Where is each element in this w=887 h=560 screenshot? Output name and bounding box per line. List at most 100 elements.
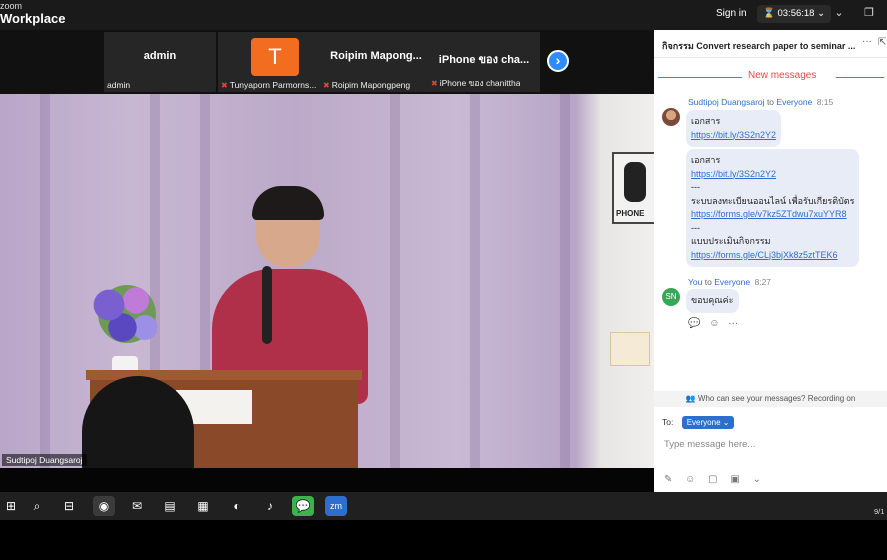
mic-muted-icon: ✖ xyxy=(221,81,228,90)
participant-big-label: iPhone ของ cha... xyxy=(438,54,530,66)
chevron-down-icon: ⌄ xyxy=(817,8,826,19)
people-icon: 👥 xyxy=(685,394,696,403)
main-video[interactable]: PHONE Sudtipoj Duangsaroj xyxy=(0,94,654,468)
to-word: to xyxy=(766,97,775,107)
avatar: T xyxy=(251,38,299,76)
message-text: ระบบลงทะเบียนออนไลน์ เพื่อรับเกียรติบัตร xyxy=(691,195,855,206)
emoji-icon[interactable]: ☺ xyxy=(685,474,695,485)
chat-panel: กิจกรรม Convert research paper to semina… xyxy=(654,30,887,492)
message-link[interactable]: https://forms.gle/CLj3bjXk8z5ztTEK6 xyxy=(691,249,854,263)
recipient-row: To: Everyone ⌄ xyxy=(662,416,735,429)
participant-tile-tunyaporn[interactable]: T ✖ Tunyaporn Parmorns... xyxy=(218,32,330,92)
mail-icon[interactable]: ✉ xyxy=(126,496,148,516)
participant-name-row: ✖ iPhone ของ chanittha xyxy=(431,76,520,90)
message-text: ขอบคุณค่ะ xyxy=(691,295,734,305)
participant-tile-roipim[interactable]: Roipim Mapong... ✖ Roipim Mapongpeng xyxy=(320,32,432,92)
chat-title: กิจกรรม Convert research paper to semina… xyxy=(662,41,856,51)
participant-tile-iphone[interactable]: iPhone ของ cha... ✖ iPhone ของ chanittha xyxy=(428,32,540,92)
message-time: 8:15 xyxy=(816,97,834,107)
more-options-icon[interactable]: ··· xyxy=(862,36,872,47)
wall-poster xyxy=(610,332,650,366)
to-word: to xyxy=(704,277,712,287)
chevron-down-icon[interactable]: ⌄ xyxy=(753,474,761,485)
file-explorer-icon[interactable]: ▤ xyxy=(159,496,181,516)
file-icon[interactable]: ▢ xyxy=(708,474,717,485)
line-icon[interactable]: 💬 xyxy=(292,496,314,516)
start-icon[interactable]: ⊞ xyxy=(0,496,22,516)
participant-tile-admin[interactable]: admin admin xyxy=(104,32,216,92)
message-actions: 💬 ☺ ··· xyxy=(688,318,744,329)
app-logo: zoom Workplace xyxy=(0,1,66,26)
participant-big-label: Roipim Mapong... xyxy=(330,50,422,62)
new-messages-label: New messages xyxy=(748,70,817,81)
hourglass-icon: ⌛ xyxy=(763,8,775,19)
edge-icon[interactable]: ◐ xyxy=(226,496,248,516)
minimize-icon[interactable]: ⌄ xyxy=(832,6,846,20)
message-bubble: เอกสาร https://bit.ly/3S2n2Y2 --- ระบบลง… xyxy=(686,149,860,267)
message-sender-row: Sudtipoj Duangsaroj to Everyone 8:15 xyxy=(688,97,833,107)
next-page-button[interactable]: › xyxy=(547,50,569,72)
chrome-icon[interactable]: ◉ xyxy=(93,496,115,516)
more-icon[interactable]: ··· xyxy=(728,318,738,329)
message-text: เอกสาร xyxy=(691,155,721,165)
participant-name: iPhone ของ chanittha xyxy=(439,78,521,88)
chat-toolbar: ✎ ☺ ▢ ▣ ⌄ xyxy=(664,474,771,485)
title-bar: zoom Workplace Sign in ⌛ 03:56:18 ⌄ ⌄ ❐ xyxy=(0,0,887,30)
tiktok-icon[interactable]: ♪ xyxy=(259,496,281,516)
message-sender-row: You to Everyone 8:27 xyxy=(688,277,771,287)
restore-icon[interactable]: ❐ xyxy=(862,6,876,20)
message-link[interactable]: https://bit.ly/3S2n2Y2 xyxy=(691,168,854,182)
message-bubble: ขอบคุณค่ะ xyxy=(686,289,739,313)
store-icon[interactable]: ▦ xyxy=(192,496,214,516)
speaker-hair xyxy=(252,186,324,220)
format-icon[interactable]: ✎ xyxy=(664,474,672,485)
phone-sign: PHONE xyxy=(612,152,654,224)
taskbar: ⊞ ⌕ ⊟ ◉ ✉ ▤ ▦ ◐ ♪ 💬 zm 9/1 xyxy=(0,492,887,520)
message-link[interactable]: https://bit.ly/3S2n2Y2 xyxy=(691,129,776,143)
message-time: 8:27 xyxy=(754,277,772,287)
to-label: To: xyxy=(662,417,674,427)
video-bottom-bar xyxy=(0,468,654,492)
avatar xyxy=(662,108,680,126)
flower-arrangement xyxy=(82,269,172,359)
message-input[interactable] xyxy=(664,436,864,452)
popout-icon[interactable]: ⇱ xyxy=(878,37,886,48)
brand-main: Workplace xyxy=(0,11,66,26)
clock: 9/1 xyxy=(874,507,885,516)
message-text: เอกสาร xyxy=(691,116,721,126)
screenshot-icon[interactable]: ▣ xyxy=(730,474,739,485)
sender-name: Sudtipoj Duangsaroj xyxy=(688,97,765,107)
separator-text: --- xyxy=(691,182,700,192)
avatar: SN xyxy=(662,288,680,306)
participant-name: admin xyxy=(107,80,131,90)
participant-name-row: ✖ Roipim Mapongpeng xyxy=(323,80,410,90)
message-bubble: เอกสาร https://bit.ly/3S2n2Y2 xyxy=(686,110,782,147)
participant-name: Tunyaporn Parmorns... xyxy=(229,80,317,90)
task-view-icon[interactable]: ⊟ xyxy=(58,496,80,516)
participant-strip: admin admin T ✖ Tunyaporn Parmorns... Roi… xyxy=(0,30,654,94)
who-can-see-notice[interactable]: 👥 Who can see your messages? Recording o… xyxy=(654,391,887,407)
speaker-name-label: Sudtipoj Duangsaroj xyxy=(2,454,87,466)
recipient-value: Everyone xyxy=(686,418,721,427)
who-can-see-text: Who can see your messages? Recording on xyxy=(697,394,856,403)
participant-name: Roipim Mapongpeng xyxy=(331,80,411,90)
recipient: Everyone xyxy=(776,97,813,107)
emoji-icon[interactable]: ☺ xyxy=(709,318,719,329)
meeting-timer[interactable]: ⌛ 03:56:18 ⌄ xyxy=(757,5,832,23)
participant-name-row: ✖ Tunyaporn Parmorns... xyxy=(221,80,316,90)
timer-value: 03:56:18 xyxy=(777,8,815,19)
recipient: Everyone xyxy=(714,277,751,287)
message-link[interactable]: https://forms.gle/v7kz5ZTdwu7xuYYR8 xyxy=(691,208,854,222)
zoom-icon[interactable]: zm xyxy=(325,496,347,516)
chat-header: กิจกรรม Convert research paper to semina… xyxy=(654,30,887,58)
recipient-select[interactable]: Everyone ⌄ xyxy=(681,416,735,429)
search-icon[interactable]: ⌕ xyxy=(26,496,48,516)
participant-big-label: admin xyxy=(143,50,177,62)
message-text: แบบประเมินกิจกรรม xyxy=(691,236,771,246)
reply-icon[interactable]: 💬 xyxy=(688,318,700,329)
microphone xyxy=(262,266,272,344)
sign-in-button[interactable]: Sign in xyxy=(716,8,747,19)
brand-top: zoom xyxy=(0,1,23,11)
sender-name: You xyxy=(688,277,703,287)
new-messages-divider: New messages xyxy=(654,70,887,84)
